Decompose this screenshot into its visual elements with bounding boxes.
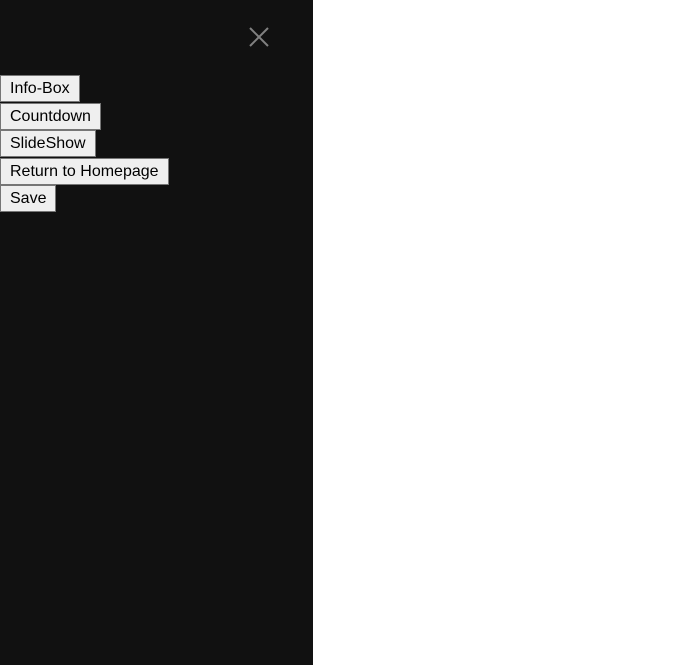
return-to-homepage-button[interactable]: Return to Homepage: [0, 157, 169, 185]
close-icon: [249, 27, 269, 47]
countdown-button[interactable]: Countdown: [0, 102, 101, 130]
slideshow-button[interactable]: SlideShow: [0, 130, 96, 157]
close-button[interactable]: [247, 25, 271, 49]
main-content: [313, 0, 685, 665]
info-box-button[interactable]: Info-Box: [0, 75, 80, 102]
page: Info-Box Countdown SlideShow Return to H…: [0, 0, 685, 665]
side-navigation: Info-Box Countdown SlideShow Return to H…: [0, 0, 313, 665]
save-button[interactable]: Save: [0, 185, 57, 212]
menu-buttons: Info-Box Countdown SlideShow Return to H…: [0, 75, 169, 213]
